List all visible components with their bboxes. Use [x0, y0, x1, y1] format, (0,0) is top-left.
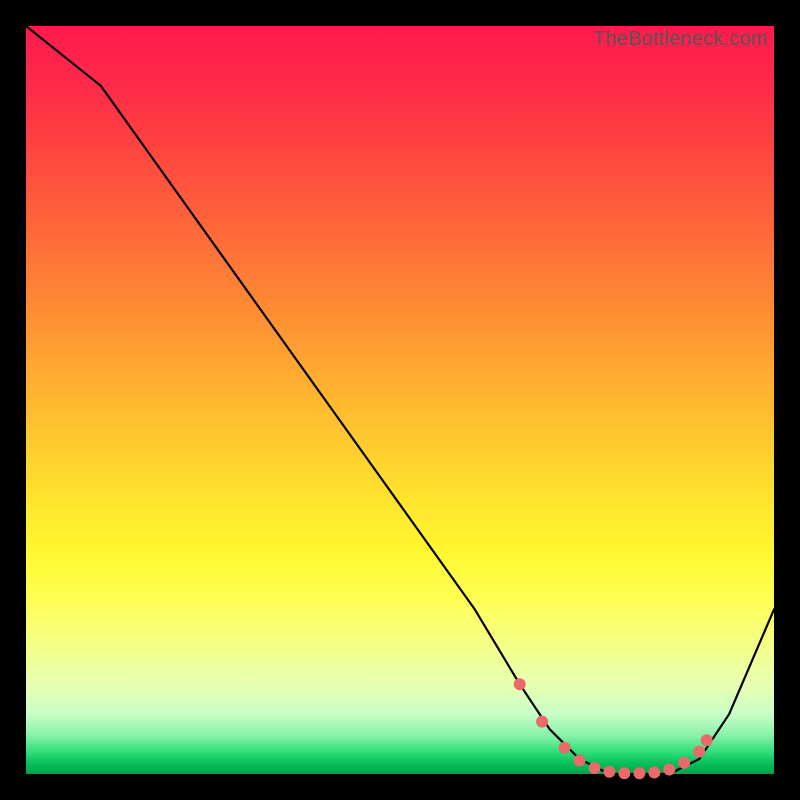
chart-svg: [26, 26, 774, 774]
marker-dot: [648, 767, 660, 779]
marker-dot: [603, 766, 615, 778]
marker-dot: [536, 716, 548, 728]
marker-dot: [701, 734, 713, 746]
marker-dot: [589, 762, 601, 774]
marker-dot: [618, 767, 630, 779]
marker-dot: [693, 746, 705, 758]
marker-dot: [663, 764, 675, 776]
marker-dot: [574, 755, 586, 767]
marker-dot: [633, 767, 645, 779]
bottleneck-curve: [26, 26, 774, 774]
marker-dot: [514, 678, 526, 690]
marker-dot: [678, 757, 690, 769]
marker-group: [514, 678, 713, 779]
plot-frame: TheBottleneck.com: [26, 26, 774, 774]
marker-dot: [559, 742, 571, 754]
